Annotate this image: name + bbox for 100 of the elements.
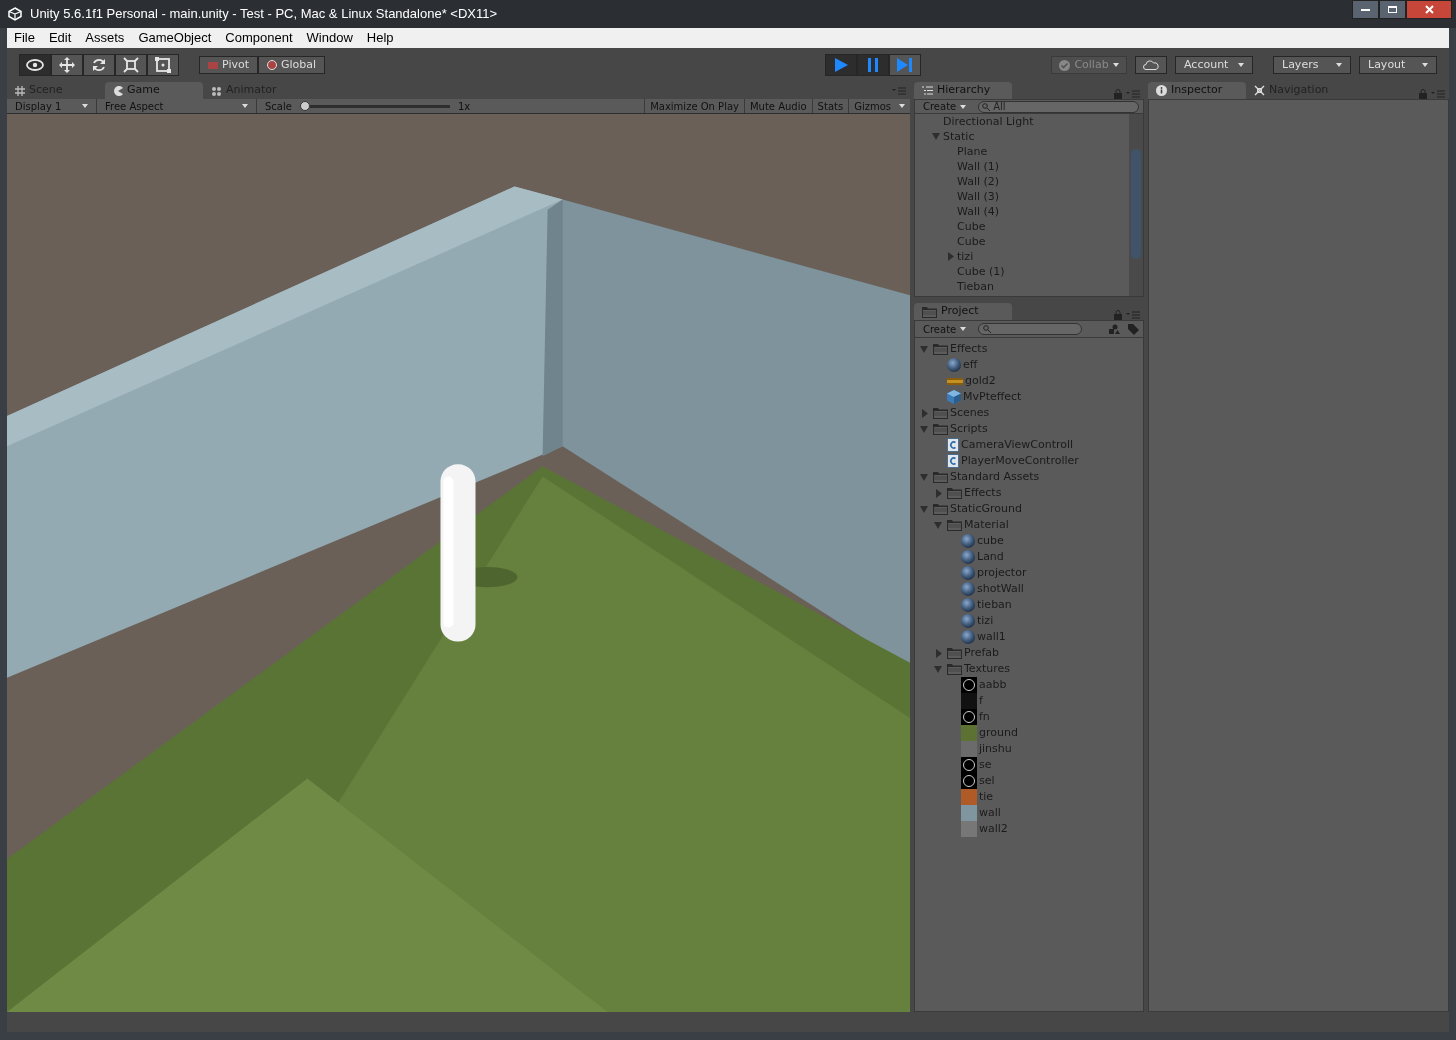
tool-button[interactable] xyxy=(19,54,51,76)
hierarchy-item[interactable]: Tieban xyxy=(957,279,994,294)
close-button[interactable] xyxy=(1406,0,1452,19)
expanded-arrow-icon[interactable] xyxy=(931,132,943,141)
asset-item[interactable]: CameraViewControll xyxy=(961,436,1074,454)
lock-icon[interactable] xyxy=(1419,89,1427,99)
gizmos-dropdown[interactable]: Gizmos xyxy=(848,99,910,113)
asset-item[interactable]: wall xyxy=(979,804,1001,822)
asset-item[interactable]: f xyxy=(979,692,983,710)
filter-type-button[interactable] xyxy=(1109,324,1120,334)
asset-item[interactable]: ground xyxy=(979,724,1018,742)
hierarchy-item[interactable]: Wall (3) xyxy=(957,189,1000,204)
asset-item[interactable]: MvPteffect xyxy=(963,388,1022,406)
asset-item[interactable]: gold2 xyxy=(965,372,996,390)
game-view-toggle[interactable]: Stats xyxy=(811,99,849,113)
tool-button[interactable] xyxy=(51,54,83,76)
folder-item[interactable]: Scripts xyxy=(950,420,988,438)
hierarchy-item[interactable]: Wall (2) xyxy=(957,174,1000,189)
asset-item[interactable]: jinshu xyxy=(979,740,1012,758)
scale-slider-thumb[interactable] xyxy=(299,101,310,111)
menu-item[interactable]: Window xyxy=(299,28,360,48)
expanded-arrow-icon[interactable] xyxy=(933,664,945,674)
asset-item[interactable]: PlayerMoveController xyxy=(961,452,1079,470)
display-dropdown[interactable]: Display 1 xyxy=(7,99,97,113)
asset-item[interactable]: aabb xyxy=(979,676,1007,694)
account-dropdown[interactable]: Account xyxy=(1175,56,1253,74)
filter-label-button[interactable] xyxy=(1128,323,1139,335)
collapsed-arrow-icon[interactable] xyxy=(919,408,931,418)
pivot-button[interactable]: Pivot xyxy=(199,56,258,74)
cloud-button[interactable] xyxy=(1135,56,1167,74)
asset-item[interactable]: sel xyxy=(979,772,995,790)
global-button[interactable]: Global xyxy=(258,56,326,74)
asset-item[interactable]: projector xyxy=(977,564,1027,582)
expanded-arrow-icon[interactable] xyxy=(919,424,931,434)
panel-tab[interactable]: Project xyxy=(914,303,1012,320)
folder-item[interactable]: Textures xyxy=(964,660,1010,678)
create-dropdown[interactable]: Create xyxy=(919,321,971,337)
panel-tab[interactable]: Game xyxy=(105,82,203,99)
collapsed-arrow-icon[interactable] xyxy=(945,252,957,261)
tool-button[interactable] xyxy=(115,54,147,76)
menu-item[interactable]: GameObject xyxy=(131,28,219,48)
game-view-toggle[interactable]: Maximize On Play xyxy=(644,99,744,113)
asset-item[interactable]: cube xyxy=(977,532,1004,550)
search-field[interactable]: All xyxy=(978,100,1139,113)
expanded-arrow-icon[interactable] xyxy=(919,472,931,482)
menu-item[interactable]: Edit xyxy=(41,28,79,48)
panel-menu-icon[interactable] xyxy=(892,86,906,95)
expanded-arrow-icon[interactable] xyxy=(933,520,945,530)
panel-tab[interactable]: Inspector xyxy=(1148,82,1246,99)
panel-menu-icon[interactable] xyxy=(1431,90,1445,98)
folder-item[interactable]: Material xyxy=(964,516,1009,534)
asset-item[interactable]: tizi xyxy=(977,612,994,630)
asset-item[interactable]: eff xyxy=(963,356,978,374)
panel-tab[interactable]: Hierarchy xyxy=(914,82,1012,99)
folder-item[interactable]: Effects xyxy=(950,340,988,358)
playback-button[interactable] xyxy=(857,54,890,76)
aspect-dropdown[interactable]: Free Aspect xyxy=(97,99,257,113)
expanded-arrow-icon[interactable] xyxy=(919,344,931,354)
asset-item[interactable]: fn xyxy=(979,708,990,726)
folder-item[interactable]: Effects xyxy=(964,484,1002,502)
asset-item[interactable]: se xyxy=(979,756,992,774)
collapsed-arrow-icon[interactable] xyxy=(933,648,945,658)
panel-menu-icon[interactable] xyxy=(1126,311,1140,319)
hierarchy-item[interactable]: Cube xyxy=(957,219,986,234)
menu-item[interactable]: Help xyxy=(359,28,401,48)
lock-icon[interactable] xyxy=(1114,310,1122,320)
asset-item[interactable]: Land xyxy=(977,548,1004,566)
hierarchy-item[interactable]: Static xyxy=(943,129,975,144)
tool-button[interactable] xyxy=(83,54,115,76)
scale-slider-track[interactable] xyxy=(309,104,450,108)
menu-item[interactable]: Assets xyxy=(78,28,132,48)
asset-item[interactable]: wall1 xyxy=(977,628,1006,646)
expanded-arrow-icon[interactable] xyxy=(919,504,931,514)
asset-item[interactable]: tieban xyxy=(977,596,1012,614)
playback-button[interactable] xyxy=(825,54,858,76)
hierarchy-item[interactable]: Wall (1) xyxy=(957,159,1000,174)
layers-dropdown[interactable]: Layers xyxy=(1273,56,1351,74)
hierarchy-item[interactable]: Cube (1) xyxy=(957,264,1005,279)
hierarchy-item[interactable]: tizi xyxy=(957,249,974,264)
folder-item[interactable]: Standard Assets xyxy=(950,468,1040,486)
create-dropdown[interactable]: Create xyxy=(919,99,971,114)
menu-item[interactable]: File xyxy=(7,28,42,48)
search-field[interactable] xyxy=(978,323,1083,335)
hierarchy-item[interactable]: Directional Light xyxy=(943,114,1034,129)
playback-button[interactable] xyxy=(889,54,922,76)
panel-menu-icon[interactable] xyxy=(1126,90,1140,98)
lock-icon[interactable] xyxy=(1114,89,1122,99)
asset-item[interactable]: tie xyxy=(979,788,994,806)
collapsed-arrow-icon[interactable] xyxy=(933,488,945,498)
hierarchy-item[interactable]: Wall (4) xyxy=(957,204,1000,219)
asset-item[interactable]: wall2 xyxy=(979,820,1008,838)
menu-item[interactable]: Component xyxy=(218,28,300,48)
layout-dropdown[interactable]: Layout xyxy=(1359,56,1437,74)
maximize-button[interactable] xyxy=(1379,0,1406,19)
hierarchy-item[interactable]: Cube xyxy=(957,234,986,249)
folder-item[interactable]: Prefab xyxy=(964,644,1000,662)
scrollbar[interactable] xyxy=(1129,114,1143,296)
game-view-toggle[interactable]: Mute Audio xyxy=(743,99,812,113)
folder-item[interactable]: Scenes xyxy=(950,404,990,422)
minimize-button[interactable] xyxy=(1352,0,1379,19)
